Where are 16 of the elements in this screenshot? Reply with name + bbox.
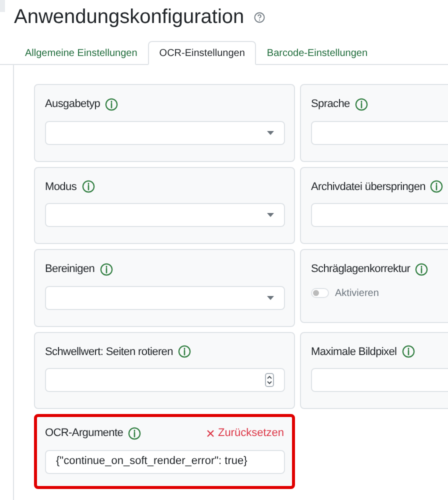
reset-button[interactable]: Zurücksetzen [206,425,284,442]
tab[interactable]: OCR-Einstellungen [148,41,256,65]
field-label: Ausgabetyp [45,97,100,112]
page-title: Anwendungskonfiguration [14,5,244,30]
field-label: Maximale Bildpixel [311,344,397,360]
tab[interactable]: Barcode-Einstellungen [256,41,379,65]
field-label: Sprache [311,97,350,112]
field-label: Archivdatei überspringen [311,180,426,194]
text-field[interactable]: {"continue_on_soft_render_error": true} [45,450,285,474]
field-label: Bereinigen [45,262,95,277]
field-label: OCR-Argumente [45,426,124,441]
field-label: Schräglagenkorrektur [311,262,410,277]
field-label: Modus [45,180,77,194]
field-label: Schwellwert: Seiten rotieren [45,344,173,360]
tab[interactable]: Allgemeine Einstellungen [14,41,148,65]
toggle-label: Aktivieren [335,286,379,300]
